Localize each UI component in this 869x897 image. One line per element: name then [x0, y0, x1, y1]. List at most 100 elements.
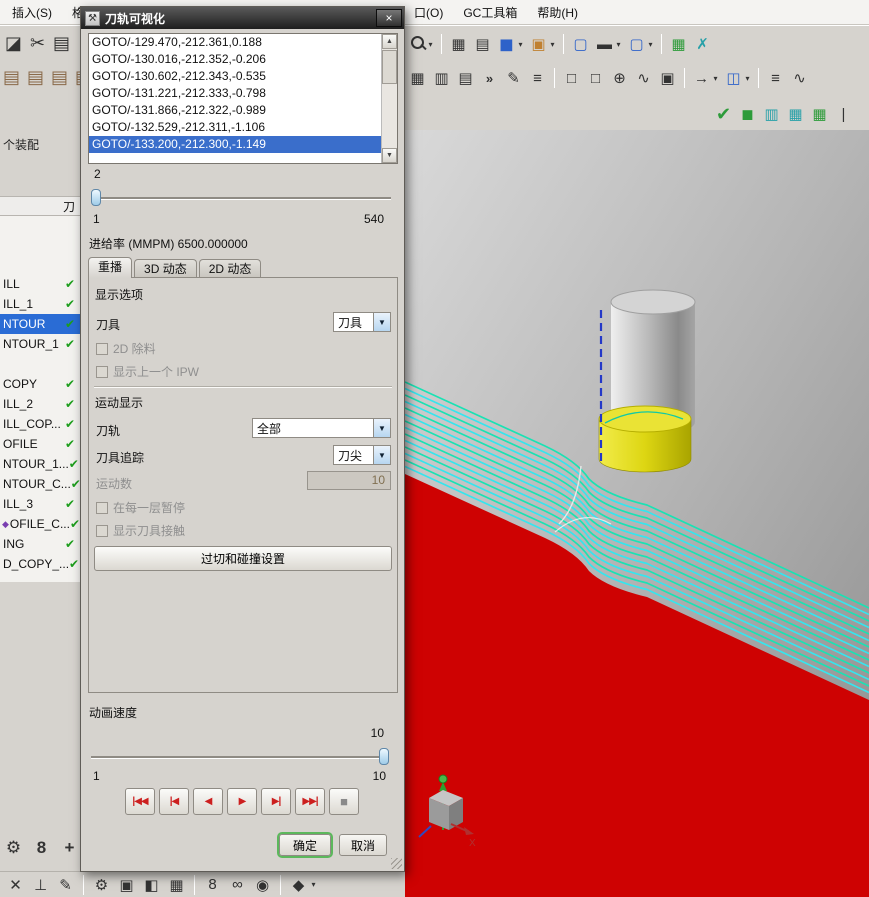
goto-line[interactable]: GOTO/-133.200,-212.300,-1.149 [89, 136, 381, 153]
toolbar-icon[interactable]: ▥ [760, 102, 783, 126]
chevron-down-icon[interactable]: ▼ [373, 419, 390, 437]
resize-grip[interactable] [391, 858, 402, 869]
toolbar-icon[interactable]: | [832, 102, 855, 126]
search-icon[interactable] [408, 33, 428, 55]
toolbar-icon[interactable]: ▾ [710, 66, 721, 90]
tab[interactable]: 3D 动态 [134, 259, 197, 278]
toolbar-icon[interactable]: ▦ [406, 66, 429, 90]
operation-row[interactable]: ◆ OFILE_C... ✔ [0, 514, 80, 534]
toolbar-icon[interactable]: ▾ [742, 66, 753, 90]
toolbar-icon[interactable] [280, 874, 281, 895]
toolbar-icon[interactable]: ▣ [115, 873, 138, 897]
toolbar-icon[interactable]: ✎ [502, 66, 525, 90]
toolbar-icon[interactable]: ⊕ [608, 66, 631, 90]
chevron-down-icon[interactable]: ▼ [373, 446, 390, 464]
toolbar-icon[interactable] [684, 68, 685, 88]
toolbar-icon[interactable]: ✎ [54, 873, 77, 897]
menu-item[interactable]: 帮助(H) [537, 4, 578, 21]
playback-button[interactable]: ▶▶| [295, 788, 325, 815]
checkbox-2d-material-removal[interactable]: 2D 除料 [96, 340, 156, 357]
toolbar-icon[interactable]: ∿ [632, 66, 655, 90]
slider-thumb[interactable] [379, 748, 389, 765]
ok-button[interactable]: 确定 [277, 832, 333, 858]
toolbar-icon[interactable] [194, 874, 195, 895]
toolbar-icon[interactable]: ▾ [645, 32, 656, 56]
toolbar-icon[interactable] [83, 874, 84, 895]
close-button[interactable]: × [376, 9, 402, 27]
toolbar-icon[interactable] [441, 34, 442, 54]
operation-row[interactable]: COPY ✔ [0, 374, 80, 394]
toolbar-icon[interactable]: ⚙ [2, 836, 25, 860]
checkbox-pause-each-level[interactable]: 在每一层暂停 [96, 499, 185, 516]
menu-item[interactable]: 插入(S) [12, 4, 52, 21]
toolbar-icon[interactable]: ▤ [0, 65, 23, 89]
scroll-down-icon[interactable]: ▼ [382, 148, 397, 163]
toolbar-icon[interactable]: ∞ [226, 873, 249, 897]
toolbar-icon[interactable]: □ [560, 66, 583, 90]
toolbar-icon[interactable]: ▢ [569, 32, 592, 56]
toolbar-icon[interactable]: ◆ [287, 873, 310, 897]
operation-row[interactable]: ILL_1 ✔ [0, 294, 80, 314]
navigator-header[interactable]: 刀 [0, 196, 80, 216]
tab[interactable]: 重播 [88, 257, 133, 278]
toolbar-icon[interactable] [758, 68, 759, 88]
operation-row[interactable]: ILL_COP... ✔ [0, 414, 80, 434]
toolbar-icon[interactable]: ▾ [547, 32, 558, 56]
toolbar-icon[interactable]: 8 [30, 836, 53, 860]
toolpath-dropdown[interactable]: 全部 ▼ [252, 418, 391, 438]
toolbar-icon[interactable]: ◼ [736, 102, 759, 126]
toolbar-icon[interactable]: ⊥ [29, 873, 52, 897]
playback-button[interactable]: ▶| [261, 788, 291, 815]
toolbar-icon[interactable]: ▣ [656, 66, 679, 90]
operation-row[interactable]: NTOUR ✔ [0, 314, 80, 334]
toolbar-icon[interactable]: ▤ [454, 66, 477, 90]
assembly-label[interactable]: 个装配 [3, 136, 39, 153]
checkbox-show-tool-contact[interactable]: 显示刀具接触 [96, 522, 185, 539]
tab[interactable]: 2D 动态 [198, 259, 262, 278]
toolbar-icon[interactable]: ≡ [764, 66, 787, 90]
toolbar-icon[interactable]: ▥ [430, 66, 453, 90]
toolbar-icon[interactable]: ✗ [691, 32, 714, 56]
toolbar-icon[interactable]: ≡ [526, 66, 549, 90]
toolbar-icon[interactable]: ∿ [788, 66, 811, 90]
toolbar-icon[interactable] [661, 34, 662, 54]
scroll-thumb[interactable] [382, 50, 397, 84]
toolbar-icon[interactable]: ▤ [50, 31, 73, 55]
toolbar-icon[interactable]: ▤ [471, 32, 494, 56]
goto-line[interactable]: GOTO/-130.602,-212.343,-0.535 [89, 68, 381, 85]
toolbar-icon[interactable]: 8 [201, 873, 224, 897]
gouge-collision-settings-button[interactable]: 过切和碰撞设置 [94, 546, 392, 571]
toolbar-icon[interactable]: □ [584, 66, 607, 90]
toolbar-icon[interactable]: ◉ [251, 873, 274, 897]
tool-trace-dropdown[interactable]: 刀尖 ▼ [333, 445, 391, 465]
toolbar-icon[interactable]: ◪ [2, 31, 25, 55]
scroll-up-icon[interactable]: ▲ [382, 34, 397, 49]
goto-scrollbar[interactable]: ▲ ▼ [381, 34, 397, 163]
toolbar-icon[interactable]: ✔ [712, 102, 735, 126]
toolbar-icon[interactable]: ▾ [308, 873, 319, 897]
toolbar-icon[interactable]: » [478, 66, 501, 90]
tool-dropdown[interactable]: 刀具 ▼ [333, 312, 391, 332]
operation-row[interactable]: ILL_3 ✔ [0, 494, 80, 514]
toolbar-icon[interactable]: + [58, 836, 81, 860]
goto-line[interactable]: GOTO/-131.221,-212.333,-0.798 [89, 85, 381, 102]
operation-row[interactable]: ILL_2 ✔ [0, 394, 80, 414]
toolbar-icon[interactable]: ▦ [784, 102, 807, 126]
playback-button[interactable]: |◀ [159, 788, 189, 815]
toolbar-icon[interactable]: ▾ [515, 32, 526, 56]
animation-speed-slider[interactable] [91, 748, 389, 765]
goto-line[interactable]: GOTO/-130.016,-212.352,-0.206 [89, 51, 381, 68]
playback-button[interactable]: ■ [329, 788, 359, 815]
cancel-button[interactable]: 取消 [339, 834, 387, 856]
toolbar-icon[interactable] [554, 68, 555, 88]
toolbar-icon[interactable]: ✕ [4, 873, 27, 897]
toolbar-icon[interactable]: ▤ [48, 65, 71, 89]
goto-line[interactable]: GOTO/-131.866,-212.322,-0.989 [89, 102, 381, 119]
operation-row[interactable]: NTOUR_C... ✔ [0, 474, 80, 494]
playback-button[interactable]: ◀ [193, 788, 223, 815]
operation-row[interactable]: NTOUR_1... ✔ [0, 454, 80, 474]
toolbar-icon[interactable]: ▦ [808, 102, 831, 126]
motion-count-input[interactable]: 10 [307, 471, 391, 490]
goto-line[interactable]: GOTO/-129.470,-212.361,0.188 [89, 34, 381, 51]
operation-row[interactable]: D_COPY_... ✔ [0, 554, 80, 574]
